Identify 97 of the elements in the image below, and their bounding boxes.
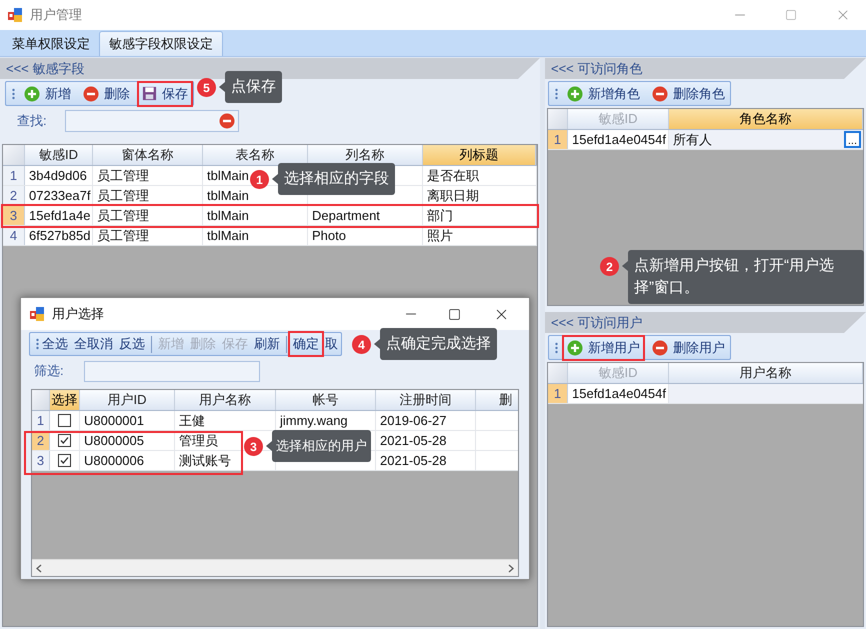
app-icon	[30, 307, 44, 321]
search-field[interactable]	[65, 110, 239, 132]
section-header[interactable]: <<< 可访问用户	[545, 312, 866, 333]
checkmark-icon	[60, 436, 69, 445]
callout-pointer-icon	[272, 174, 278, 184]
column-header[interactable]: 列名称	[308, 145, 423, 165]
minus-icon	[652, 340, 668, 356]
toolbar-separator	[286, 336, 287, 352]
section-header[interactable]: <<< 敏感字段	[0, 58, 540, 79]
toolbar-button[interactable]: 新增	[21, 82, 74, 104]
row-header[interactable]: 1	[548, 130, 568, 149]
toolbar-button[interactable]: 新增用户	[564, 336, 643, 358]
section-header[interactable]: <<< 可访问角色	[545, 58, 866, 79]
table-cell: 员工管理	[93, 166, 203, 185]
grip-icon	[12, 88, 15, 100]
toolbar-button[interactable]: 全取消	[71, 333, 116, 355]
table-cell: Photo	[308, 226, 423, 245]
toolbar-separator	[151, 336, 152, 352]
row-header[interactable]: 1	[32, 411, 50, 430]
floppy-icon	[142, 86, 157, 101]
table-cell: tblMain	[203, 226, 308, 245]
row-header[interactable]: 1	[548, 384, 568, 403]
callout-pointer-icon	[622, 261, 628, 271]
toolbar-button[interactable]: 新增角色	[564, 82, 643, 104]
toolbar-button[interactable]: 取	[322, 333, 341, 355]
column-header[interactable]: 角色名称	[669, 109, 863, 129]
toolbar-button[interactable]: 反选	[116, 333, 148, 355]
plus-icon	[567, 86, 583, 102]
table-cell: 2021-05-28	[376, 431, 476, 450]
callout: 选择相应的字段	[278, 163, 395, 195]
checkbox[interactable]	[58, 414, 71, 427]
table-cell: Department	[308, 206, 423, 225]
checkbox[interactable]	[58, 454, 71, 467]
app-icon	[8, 8, 22, 22]
callout: 选择相应的用户	[272, 430, 371, 462]
column-header[interactable]: 帐号	[276, 390, 376, 410]
column-header[interactable]: 用户名称	[669, 363, 863, 383]
column-header[interactable]: 注册时间	[376, 390, 476, 410]
toolbar-button[interactable]: 删除	[80, 82, 133, 104]
cell-text: 所有人	[673, 130, 712, 149]
callout-pointer-icon	[266, 441, 272, 451]
table-cell: 员工管理	[93, 206, 203, 225]
minus-icon	[83, 86, 99, 102]
table-cell: 是否在职	[423, 166, 537, 185]
horizontal-scrollbar[interactable]	[32, 559, 518, 576]
tab[interactable]: 菜单权限设定	[3, 31, 99, 56]
toolbar-button[interactable]: 保存	[139, 82, 191, 104]
grip-icon	[36, 338, 39, 350]
row-header[interactable]: 2	[3, 186, 25, 205]
row-header[interactable]: 3	[32, 451, 50, 470]
column-header[interactable]: 选择	[50, 390, 80, 410]
toolbar-button[interactable]: 确定	[290, 333, 322, 355]
table-cell: 2021-05-28	[376, 451, 476, 470]
tab[interactable]: 敏感字段权限设定	[99, 31, 223, 56]
toolbar-button[interactable]: 删除用户	[649, 336, 728, 358]
checkmark-icon	[60, 456, 69, 465]
callout: 点新增用户按钮，打开“用户选择”窗口。	[628, 250, 864, 304]
grip-icon	[555, 88, 558, 100]
row-header[interactable]: 1	[3, 166, 25, 185]
table-cell: 6f527b85d	[25, 226, 93, 245]
column-header[interactable]: 敏感ID	[25, 145, 93, 165]
table-cell: 部门	[423, 206, 537, 225]
callout: 点确定完成选择	[380, 328, 497, 360]
maximize-icon[interactable]	[448, 308, 461, 320]
row-header[interactable]: 3	[3, 206, 25, 225]
table-cell: 3b4d9d06	[25, 166, 93, 185]
table-cell: 2019-06-27	[376, 411, 476, 430]
column-header[interactable]: 用户名称	[175, 390, 276, 410]
table-cell: 照片	[423, 226, 537, 245]
filter-input[interactable]	[84, 360, 260, 382]
search-label: 查找:	[17, 112, 48, 130]
toolbar-button[interactable]: 删除角色	[649, 82, 728, 104]
checkbox[interactable]	[58, 434, 71, 447]
table-cell: tblMain	[203, 206, 308, 225]
toolbar-button[interactable]: 刷新	[251, 333, 283, 355]
column-header[interactable]: 删	[476, 390, 518, 410]
callout: 点保存	[225, 71, 282, 103]
minus-icon	[652, 86, 668, 102]
callout-pointer-icon	[219, 82, 225, 92]
table-cell: U8000006	[80, 451, 175, 470]
column-header[interactable]: 表名称	[203, 145, 308, 165]
dialog-title: 用户选择	[52, 305, 104, 324]
plus-icon	[567, 340, 583, 356]
table-cell: 15efd1a4e	[25, 206, 93, 225]
ellipsis-button[interactable]: ...	[844, 131, 861, 148]
filter-label: 筛选:	[34, 362, 65, 380]
column-header[interactable]: 列标题	[423, 145, 536, 165]
table-cell: 员工管理	[93, 226, 203, 245]
toolbar-button[interactable]: 全选	[39, 333, 71, 355]
minus-icon	[219, 113, 235, 129]
column-header[interactable]: 窗体名称	[93, 145, 203, 165]
table-cell: U8000001	[80, 411, 175, 430]
callout-pointer-icon	[374, 339, 380, 349]
column-header[interactable]: 用户ID	[80, 390, 175, 410]
grip-icon	[555, 342, 558, 354]
plus-icon	[24, 86, 40, 102]
window-title: 用户管理	[30, 6, 82, 24]
